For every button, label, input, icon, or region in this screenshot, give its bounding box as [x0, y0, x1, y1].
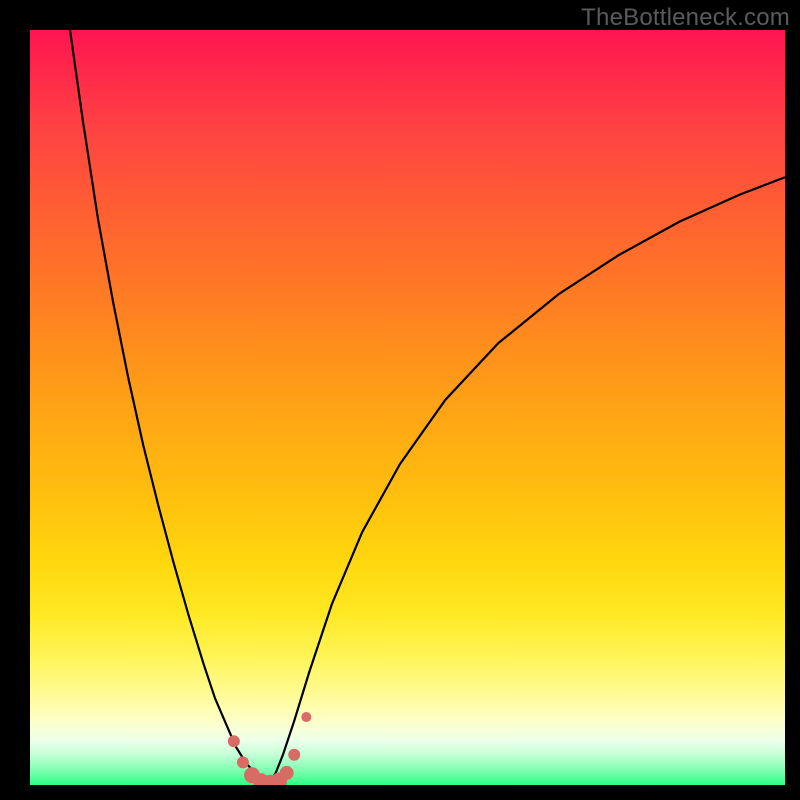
marker-dot [288, 749, 300, 761]
plot-area [30, 30, 785, 785]
marker-dot [228, 735, 240, 747]
marker-dot [301, 712, 311, 722]
bottom-dots-group [228, 712, 311, 785]
chart-frame: TheBottleneck.com [0, 0, 800, 800]
right-curve [269, 177, 785, 783]
watermark-text: TheBottleneck.com [581, 4, 790, 32]
left-curve [70, 30, 269, 783]
curves-svg [30, 30, 785, 785]
marker-dot [280, 766, 294, 780]
marker-dot [237, 756, 249, 768]
